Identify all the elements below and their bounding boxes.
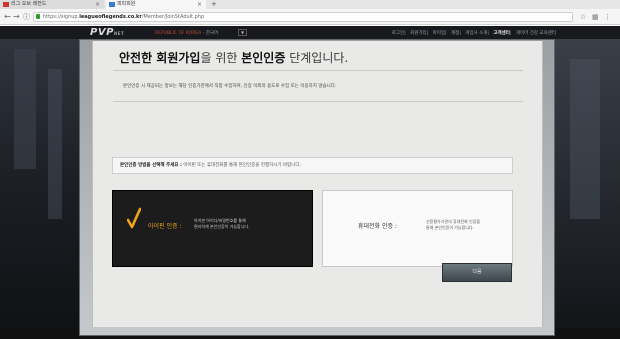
top-link-about[interactable]: 게임사 소개 (465, 31, 487, 36)
info-icon[interactable]: ⓘ (23, 12, 30, 22)
choose-method-hint: 아이핀 또는 휴대전화를 통해 본인인증을 진행하시기 바랍니다. (181, 163, 301, 168)
page-title: 안전한 회원가입을 위한 본인인증 단계입니다. (119, 49, 348, 66)
menu-icon[interactable]: ⋮ (604, 12, 611, 22)
site-top-nav: PVPNET REPUBLIC OF KOREA - 한국어 ▼ 로그인| 회원… (0, 26, 620, 40)
desc-divider (113, 101, 523, 102)
logo-text: PVP (90, 27, 114, 38)
title-part-d: 단계입니다. (285, 51, 349, 65)
url-input[interactable]: https://signup.leagueoflegends.co.kr/Mem… (33, 12, 573, 22)
title-part-b: 을 위한 (200, 51, 242, 65)
choose-method-label: 본인인증 방법을 선택해 주세요 : (120, 163, 182, 168)
region-name: REPUBLIC OF KOREA (155, 31, 202, 36)
url-prefix: https://signup. (43, 14, 80, 20)
url-path: /Member/JoinStAdult.php (141, 14, 205, 20)
browser-tab-active[interactable]: 피피회원 × (106, 0, 206, 9)
top-link-support[interactable]: 고객센터 (493, 31, 510, 36)
next-button[interactable]: 다음 (442, 263, 512, 282)
browser-tab-bar: 리그 오브 레전드 × 피피회원 × + (0, 0, 620, 9)
phone-option[interactable]: 휴대전화 인증 : 신용평가기관의 휴대전화 인증을 통해 본인인증이 가능합니… (322, 190, 513, 267)
ipin-desc-line2: 편리하게 본인인증이 가능합니다. (194, 224, 250, 229)
tab-label: 피피회원 (117, 1, 136, 7)
tab-label: 리그 오브 레전드 (11, 1, 47, 7)
top-link-login[interactable]: 로그인 (392, 31, 404, 36)
right-background-art (550, 39, 620, 339)
favicon-icon (3, 2, 9, 7)
top-link-account[interactable]: 계정 (451, 31, 459, 36)
url-domain: leagueoflegends.co.kr (79, 14, 142, 20)
new-tab-button[interactable]: + (211, 0, 217, 9)
top-link-signup[interactable]: 회원가입 (410, 31, 427, 36)
favicon-icon (109, 2, 115, 7)
close-tab-icon[interactable]: × (197, 0, 202, 9)
address-bar-row: ← → ⓘ https://signup.leagueoflegends.co.… (0, 9, 620, 25)
left-background-art (0, 39, 90, 339)
title-divider (113, 70, 523, 71)
region-dropdown[interactable]: ▼ (238, 29, 247, 36)
checkmark-icon (127, 207, 141, 229)
choose-method-box: 본인인증 방법을 선택해 주세요 : 아이핀 또는 휴대전화를 통해 본인인증을… (112, 157, 513, 174)
top-links: 로그인| 회원가입| 마이업| 계정| 게임사 소개| 고객센터| 게이머 건강… (391, 31, 556, 36)
region-lang: - 한국어 (202, 31, 219, 36)
title-part-c: 본인인증 (241, 51, 286, 65)
title-part-a: 안전한 회원가입 (119, 51, 201, 65)
browser-tab-lol[interactable]: 리그 오브 레전드 × (0, 0, 104, 9)
back-icon[interactable]: ← (4, 12, 11, 22)
phone-desc-line2: 통해 본인인증이 가능합니다. (426, 225, 474, 230)
logo-sub: NET (113, 31, 125, 36)
top-link-mypage[interactable]: 마이업 (433, 31, 445, 36)
phone-option-desc: 신용평가기관의 휴대전화 인증을 통해 본인인증이 가능합니다. (426, 219, 480, 231)
close-tab-icon[interactable]: × (95, 0, 100, 9)
ipin-option-label: 아이핀 인증 : (148, 223, 182, 230)
region-label: REPUBLIC OF KOREA - 한국어 (155, 30, 218, 36)
extension-icon[interactable]: ▦ (592, 12, 599, 22)
verification-description: 본인인증 시 제공되는 정보는 해당 인증기관에서 직접 수집하며, 인증 이외… (123, 84, 337, 89)
forward-icon[interactable]: → (13, 12, 20, 22)
ipin-option-desc: 아이핀 아이디/비밀번호를 통해 편리하게 본인인증이 가능합니다. (194, 218, 249, 230)
ipin-option[interactable]: 아이핀 인증 : 아이핀 아이디/비밀번호를 통해 편리하게 본인인증이 가능합… (112, 190, 313, 267)
lock-icon (36, 14, 40, 19)
top-link-health[interactable]: 게이머 건강 교육센터 (516, 31, 556, 36)
star-icon[interactable]: ☆ (580, 12, 586, 22)
phone-option-label: 휴대전화 인증 : (358, 223, 397, 230)
